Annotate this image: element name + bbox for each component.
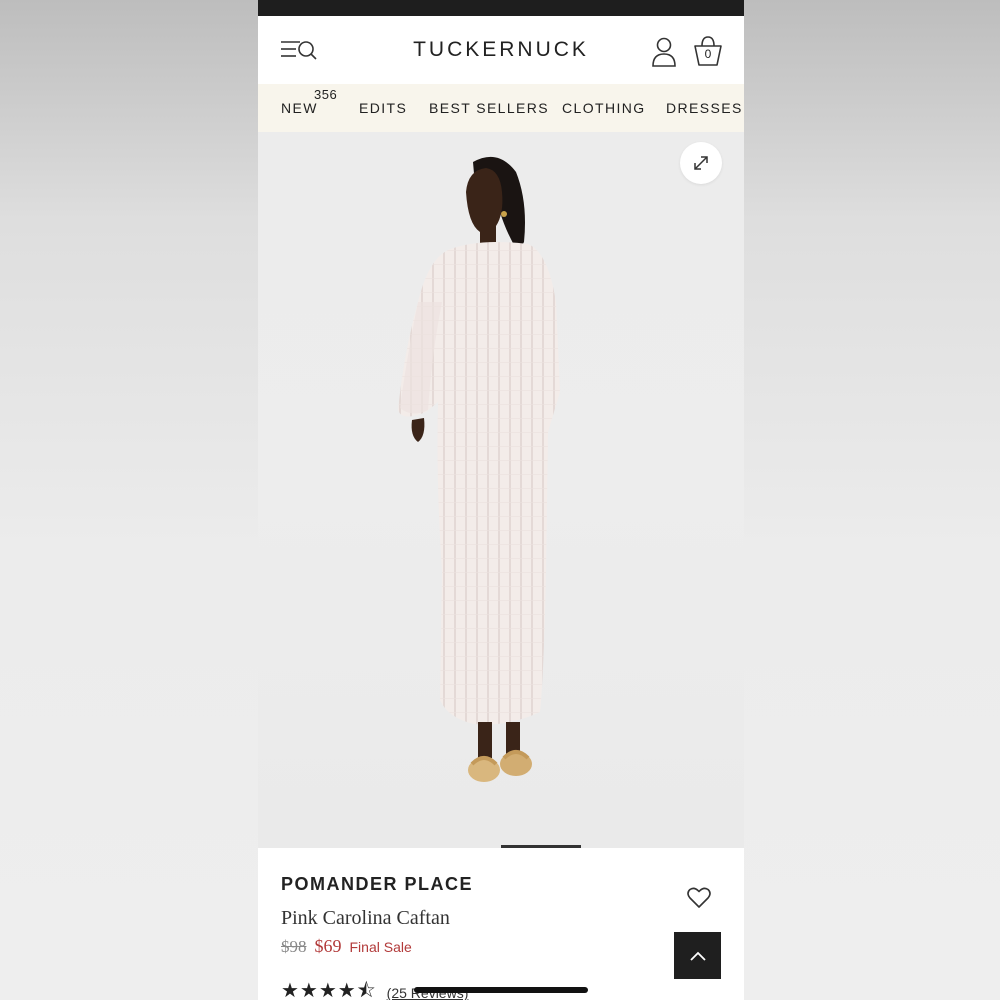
sale-price: $69 bbox=[314, 936, 342, 956]
mobile-screen: TUCKERNUCK 0 NEW 356 EDITS BEST SELLERS … bbox=[258, 0, 744, 1000]
nav-item-best-sellers[interactable]: BEST SELLERS bbox=[429, 100, 549, 116]
shopping-bag-button[interactable]: 0 bbox=[692, 34, 724, 68]
product-info: POMANDER PLACE Pink Carolina Caftan $98 … bbox=[258, 848, 744, 1000]
nav-item-edits[interactable]: EDITS bbox=[359, 100, 407, 116]
chevron-up-icon bbox=[689, 951, 706, 961]
nav-item-new[interactable]: NEW bbox=[281, 100, 318, 116]
wishlist-button[interactable] bbox=[686, 886, 712, 910]
nav-item-dresses[interactable]: DRESSES bbox=[666, 100, 743, 116]
nav-item-clothing[interactable]: CLOTHING bbox=[562, 100, 646, 116]
back-to-top-button[interactable] bbox=[674, 932, 721, 979]
expand-icon bbox=[694, 156, 708, 170]
home-indicator bbox=[414, 987, 588, 993]
nav-item-label: NEW bbox=[281, 100, 318, 116]
new-count-badge: 356 bbox=[314, 87, 338, 102]
background-left bbox=[0, 0, 258, 1000]
site-header: TUCKERNUCK 0 bbox=[258, 16, 744, 84]
user-icon bbox=[652, 37, 676, 67]
product-model-photo bbox=[398, 156, 560, 782]
product-brand[interactable]: POMANDER PLACE bbox=[281, 874, 721, 895]
menu-search-button[interactable] bbox=[280, 36, 320, 66]
account-button[interactable] bbox=[650, 36, 678, 68]
menu-search-icon bbox=[281, 41, 317, 60]
product-title: Pink Carolina Caftan bbox=[281, 907, 450, 929]
price-row: $98 $69 Final Sale bbox=[281, 936, 721, 957]
expand-image-button[interactable] bbox=[680, 142, 722, 184]
status-bar bbox=[258, 0, 744, 16]
original-price: $98 bbox=[281, 937, 307, 956]
bag-count: 0 bbox=[704, 47, 712, 61]
background-right bbox=[744, 0, 1000, 1000]
final-sale-label: Final Sale bbox=[349, 939, 412, 955]
category-nav: NEW 356 EDITS BEST SELLERS CLOTHING DRES… bbox=[258, 84, 744, 132]
star-rating: ★★★★⯪ bbox=[281, 980, 377, 1000]
product-image-carousel[interactable] bbox=[258, 132, 744, 848]
heart-icon bbox=[687, 887, 711, 908]
